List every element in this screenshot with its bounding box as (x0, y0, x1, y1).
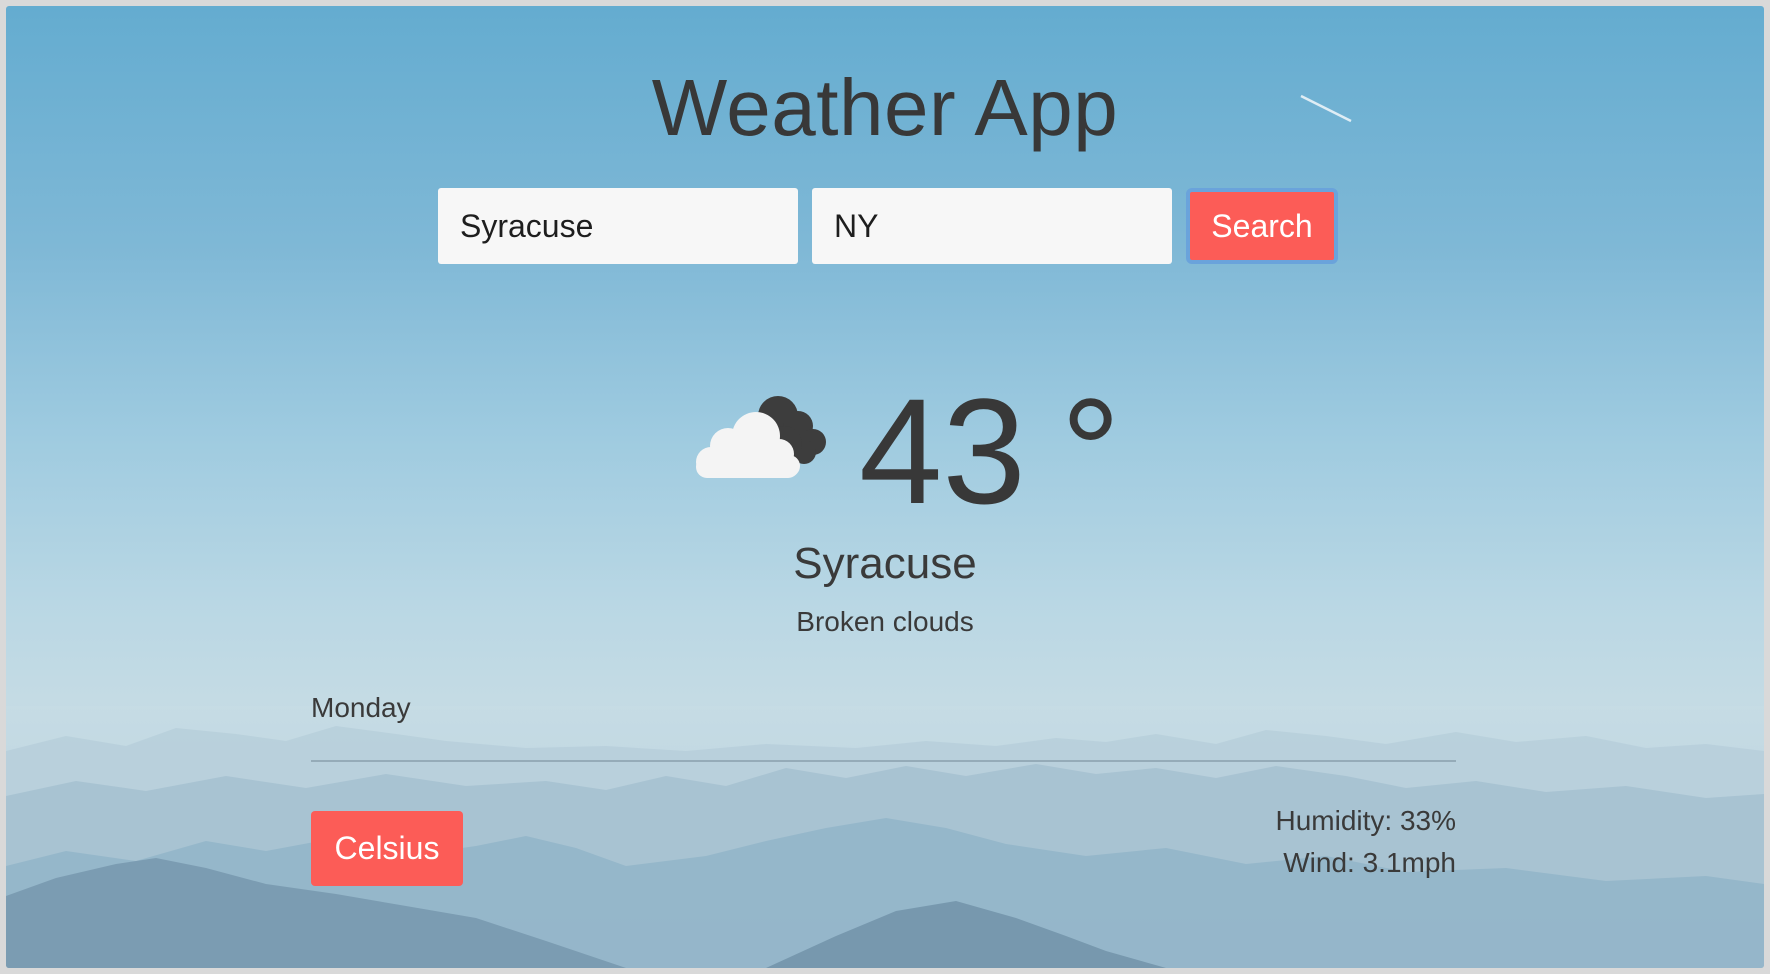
search-button[interactable]: Search (1186, 188, 1338, 264)
celsius-toggle-button[interactable]: Celsius (311, 811, 463, 886)
degree-symbol: ° (1019, 367, 1121, 535)
weather-description: Broken clouds (796, 606, 974, 637)
temperature-value: 43 (859, 367, 1026, 535)
page-title: Weather App (651, 63, 1119, 152)
broken-clouds-icon (696, 396, 826, 478)
city-input[interactable] (438, 188, 798, 264)
wind-value: Wind: 3.1mph (1283, 847, 1456, 878)
humidity-value: Humidity: 33% (1275, 805, 1456, 836)
app-window: Weather App Search 43 ° Syracuse Broken … (6, 6, 1764, 968)
city-name: Syracuse (793, 539, 977, 588)
day-label: Monday (311, 692, 411, 723)
divider (311, 760, 1456, 762)
state-input[interactable] (812, 188, 1172, 264)
weather-stats: Humidity: 33% Wind: 3.1mph (1275, 800, 1456, 884)
